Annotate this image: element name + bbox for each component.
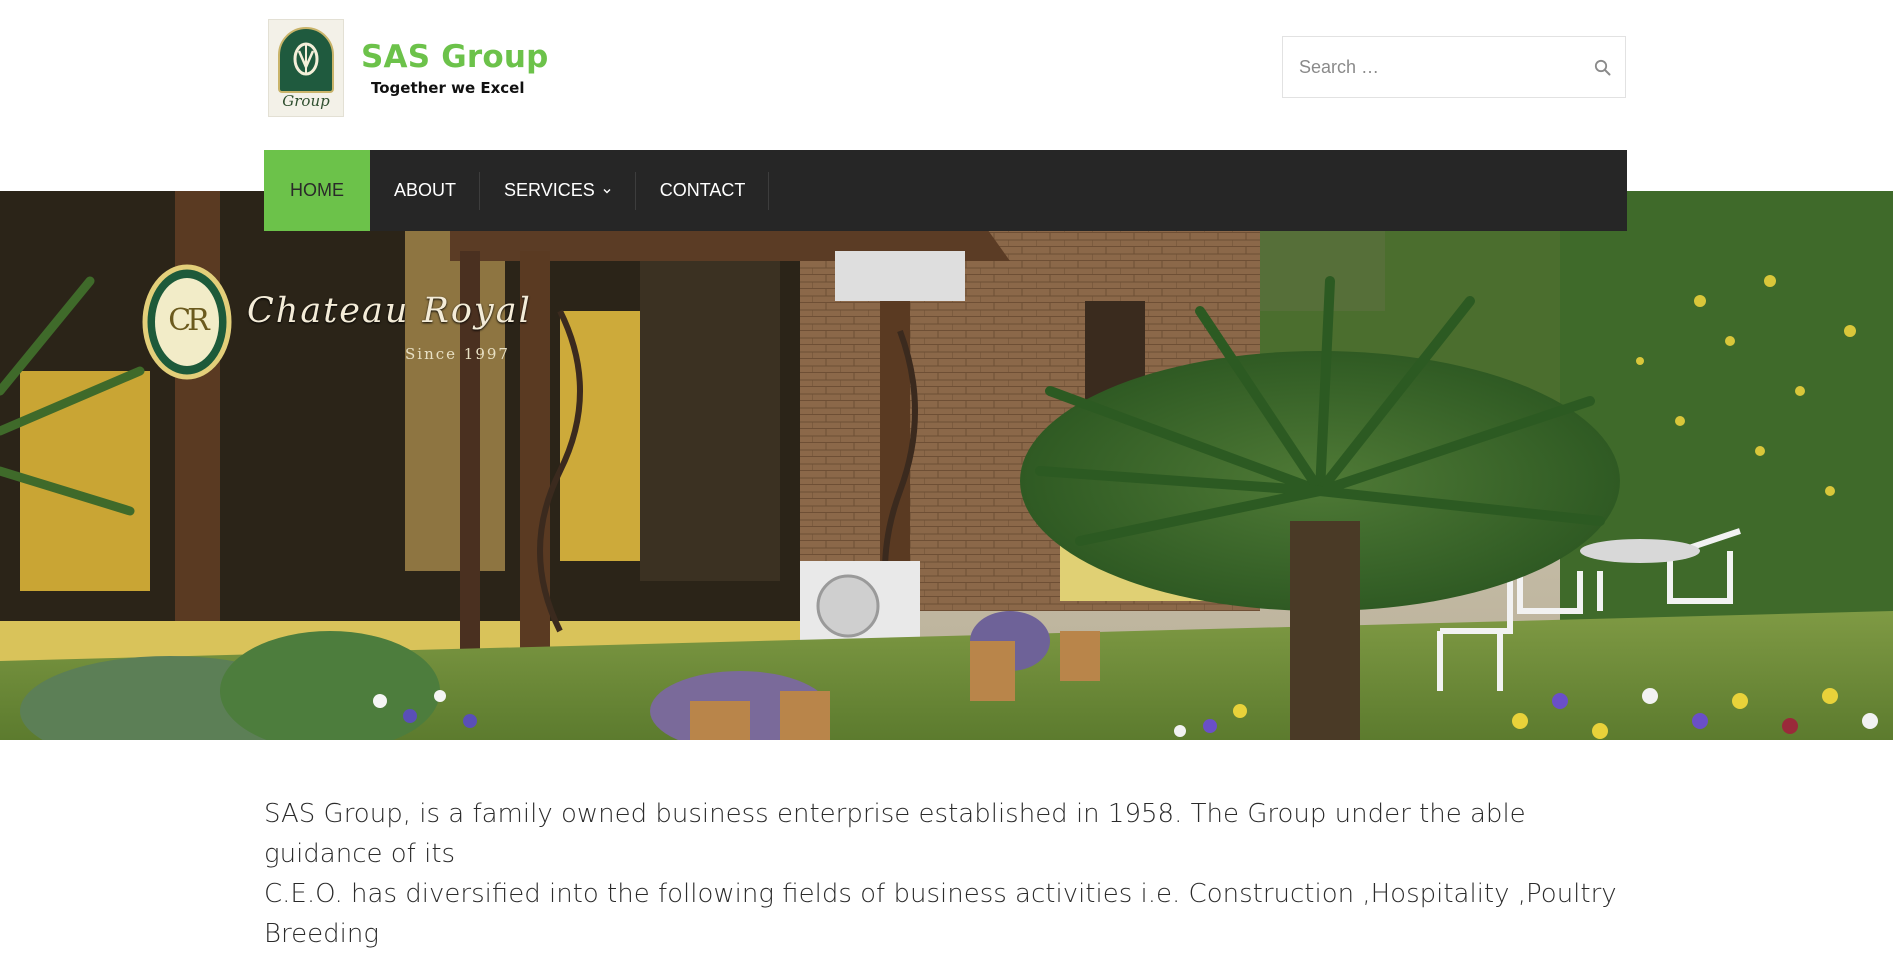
search-icon[interactable] — [1593, 58, 1613, 78]
logo-arch — [278, 27, 334, 93]
brand-name[interactable]: SAS Group — [361, 42, 549, 73]
logo-script-text: Group — [282, 92, 330, 110]
logo-emblem: Group — [268, 19, 344, 117]
nav-item-home[interactable]: HOME — [264, 150, 370, 231]
badge-title: Chateau Royal — [247, 291, 532, 331]
nav-item-services[interactable]: SERVICES — [480, 150, 636, 231]
logo-monogram — [280, 39, 332, 86]
main-navigation: HOME ABOUT SERVICES CONTACT — [264, 150, 1627, 231]
brand-block: SAS Group Together we Excel — [361, 42, 549, 98]
intro-line-2: C.E.O. has diversified into the followin… — [264, 879, 1617, 949]
nav-item-contact[interactable]: CONTACT — [636, 150, 770, 231]
search-box — [1282, 36, 1626, 98]
intro-text: SAS Group, is a family owned business en… — [264, 794, 1644, 954]
hero-banner: CR Chateau Royal Since 1997 — [0, 191, 1893, 740]
site-logo[interactable]: Group SAS Group Together we Excel — [268, 19, 549, 117]
nav-label-home: HOME — [290, 180, 344, 200]
intro-line-1: SAS Group, is a family owned business en… — [264, 799, 1526, 869]
nav-item-about[interactable]: ABOUT — [370, 150, 481, 231]
search-input[interactable] — [1283, 37, 1569, 97]
badge-monogram: CR — [168, 303, 210, 338]
brand-tagline: Together we Excel — [371, 79, 525, 97]
hero-photo — [0, 191, 1893, 740]
badge-subtitle: Since 1997 — [405, 345, 510, 363]
nav-label-about: ABOUT — [394, 180, 457, 200]
nav-label-services: SERVICES — [504, 180, 595, 200]
chevron-down-icon — [603, 188, 611, 193]
nav-separator — [768, 172, 770, 210]
nav-label-contact: CONTACT — [659, 180, 746, 200]
